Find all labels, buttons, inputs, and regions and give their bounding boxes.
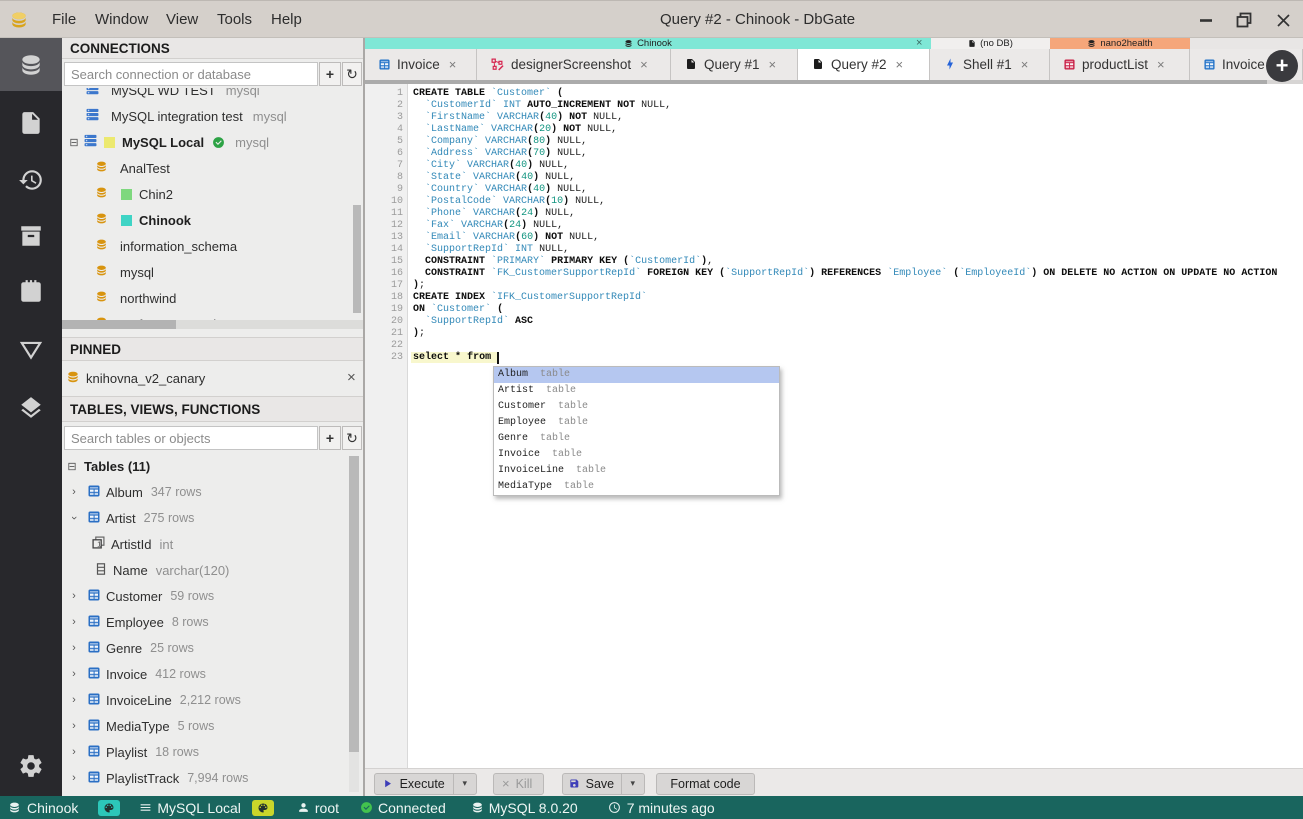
svg-text:1: 1 [97,539,101,548]
